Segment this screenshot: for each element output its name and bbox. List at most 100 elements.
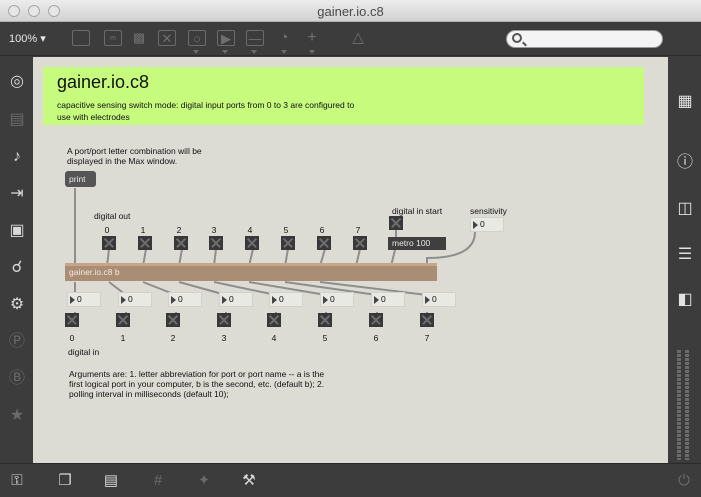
digital-in-number[interactable]: 0 <box>67 292 101 307</box>
digital-out-toggle[interactable] <box>138 236 152 250</box>
book-icon[interactable]: ◫ <box>674 198 696 220</box>
patch-cords <box>74 188 476 315</box>
b-circle-icon[interactable]: Ⓑ <box>6 368 28 390</box>
digital-in-number[interactable]: 0 <box>320 292 354 307</box>
info-icon[interactable]: ⓘ <box>674 152 696 174</box>
digital-in-number[interactable]: 0 <box>219 292 253 307</box>
digital-in-toggle[interactable] <box>217 313 231 327</box>
slider-icon[interactable]: — <box>246 30 264 46</box>
music-note-icon[interactable]: ♪ <box>6 146 28 168</box>
number-arrow-icon <box>222 296 227 304</box>
digital-out-port-label: 7 <box>355 225 361 235</box>
digital-in-toggle[interactable] <box>420 313 434 327</box>
arguments-comment: Arguments are: 1. letter abbreviation fo… <box>69 369 325 399</box>
digital-out-toggle[interactable] <box>353 236 367 250</box>
button-icon[interactable]: ○ <box>188 30 206 46</box>
digital-in-number[interactable]: 0 <box>422 292 456 307</box>
paperclip-icon[interactable]: ☌ <box>6 257 28 279</box>
list-icon[interactable]: ☰ <box>674 244 696 266</box>
toolbar: 100% ▾ m ▩ ✕ ○ ▶ — ◔ + △ <box>0 22 701 56</box>
digital-out-port-label: 1 <box>140 225 146 235</box>
metro-object[interactable]: metro 100 <box>388 237 446 250</box>
print-comment: A port/port letter combination will be d… <box>67 146 202 166</box>
sparkle-icon[interactable]: ✦ <box>194 472 214 490</box>
paint-bucket-icon[interactable]: △ <box>349 30 367 46</box>
digital-in-number[interactable]: 0 <box>118 292 152 307</box>
presentation-icon[interactable]: ▤ <box>101 472 121 490</box>
dial-icon[interactable]: ◔ <box>275 30 293 46</box>
number-arrow-icon <box>425 296 430 304</box>
print-object[interactable]: print <box>65 171 96 187</box>
digital-out-toggle[interactable] <box>102 236 116 250</box>
search-icon <box>512 33 522 43</box>
digital-in-number[interactable]: 0 <box>371 292 405 307</box>
message-box-icon[interactable]: m <box>104 30 122 46</box>
digital-out-toggle[interactable] <box>245 236 259 250</box>
search-input[interactable] <box>529 32 659 46</box>
number-arrow-icon <box>473 221 478 229</box>
number-arrow-icon <box>272 296 277 304</box>
lock-icon[interactable]: ⚿ <box>7 472 27 490</box>
sensitivity-label: sensitivity <box>470 206 507 216</box>
digital-in-toggle[interactable] <box>267 313 281 327</box>
bottom-bar: ⚿ ❐ ▤ # ✦ ⚒ ⏻ <box>0 463 701 497</box>
digital-out-label: digital out <box>94 211 131 221</box>
number-arrow-icon <box>121 296 126 304</box>
zoom-value: 100% <box>9 33 38 45</box>
grid-icon[interactable]: ▦ <box>674 91 696 113</box>
sensitivity-number[interactable]: 0 <box>470 217 504 232</box>
toggle-icon[interactable]: ✕ <box>158 30 176 46</box>
digital-out-toggle[interactable] <box>317 236 331 250</box>
digital-in-port-label: 5 <box>322 333 328 343</box>
digital-in-port-label: 0 <box>69 333 75 343</box>
digital-in-port-label: 4 <box>271 333 277 343</box>
power-icon[interactable]: ⏻ <box>674 472 694 490</box>
digital-in-port-label: 1 <box>120 333 126 343</box>
digital-out-port-label: 4 <box>247 225 253 235</box>
digital-in-port-label: 6 <box>373 333 379 343</box>
search-field[interactable] <box>506 30 663 48</box>
digital-in-toggle[interactable] <box>116 313 130 327</box>
digital-in-number[interactable]: 0 <box>269 292 303 307</box>
digital-in-start-toggle[interactable] <box>389 216 403 230</box>
v-circle-icon[interactable]: Ⓟ <box>6 331 28 353</box>
image-icon[interactable]: ▣ <box>6 220 28 242</box>
windows-icon[interactable]: ❐ <box>55 472 75 490</box>
open-book-icon[interactable]: ◧ <box>674 289 696 311</box>
wrench-icon[interactable]: ⚒ <box>239 472 259 490</box>
digital-in-label: digital in <box>68 347 100 357</box>
target-icon[interactable]: ◎ <box>6 71 28 93</box>
digital-in-port-label: 2 <box>170 333 176 343</box>
patcher-canvas[interactable]: gainer.io.c8 capacitive sensing switch m… <box>33 57 668 463</box>
grid-icon[interactable]: # <box>148 472 168 490</box>
play-icon[interactable]: ▶ <box>217 30 235 46</box>
star-icon[interactable]: ★ <box>6 405 28 427</box>
gainer-object-label: gainer.io.c8 b <box>69 267 120 277</box>
digital-in-start-label: digital in start <box>392 206 443 216</box>
level-meter-left <box>677 350 681 460</box>
number-arrow-icon <box>70 296 75 304</box>
digital-out-toggle[interactable] <box>281 236 295 250</box>
plus-icon[interactable]: + <box>303 30 321 46</box>
digital-out-toggle[interactable] <box>209 236 223 250</box>
digital-out-port-label: 3 <box>211 225 217 235</box>
digital-out-port-label: 0 <box>104 225 110 235</box>
digital-in-toggle[interactable] <box>318 313 332 327</box>
plug-icon[interactable]: ⚙ <box>6 294 28 316</box>
digital-in-toggle[interactable] <box>166 313 180 327</box>
bracket-arrow-icon[interactable]: ⇥ <box>6 183 28 205</box>
digital-in-toggle[interactable] <box>65 313 79 327</box>
digital-out-toggle[interactable] <box>174 236 188 250</box>
gainer-object[interactable]: gainer.io.c8 b <box>65 263 437 281</box>
zoom-dropdown[interactable]: 100% ▾ <box>9 32 46 45</box>
digital-in-toggle[interactable] <box>369 313 383 327</box>
comment-icon[interactable]: ▩ <box>130 30 148 46</box>
keyboard-icon[interactable]: ▤ <box>6 109 28 131</box>
object-box-icon[interactable] <box>72 30 90 46</box>
level-meter-right <box>685 350 689 460</box>
digital-in-number[interactable]: 0 <box>168 292 202 307</box>
digital-out-port-label: 6 <box>319 225 325 235</box>
window-title: gainer.io.c8 <box>317 4 384 19</box>
number-arrow-icon <box>374 296 379 304</box>
number-arrow-icon <box>323 296 328 304</box>
